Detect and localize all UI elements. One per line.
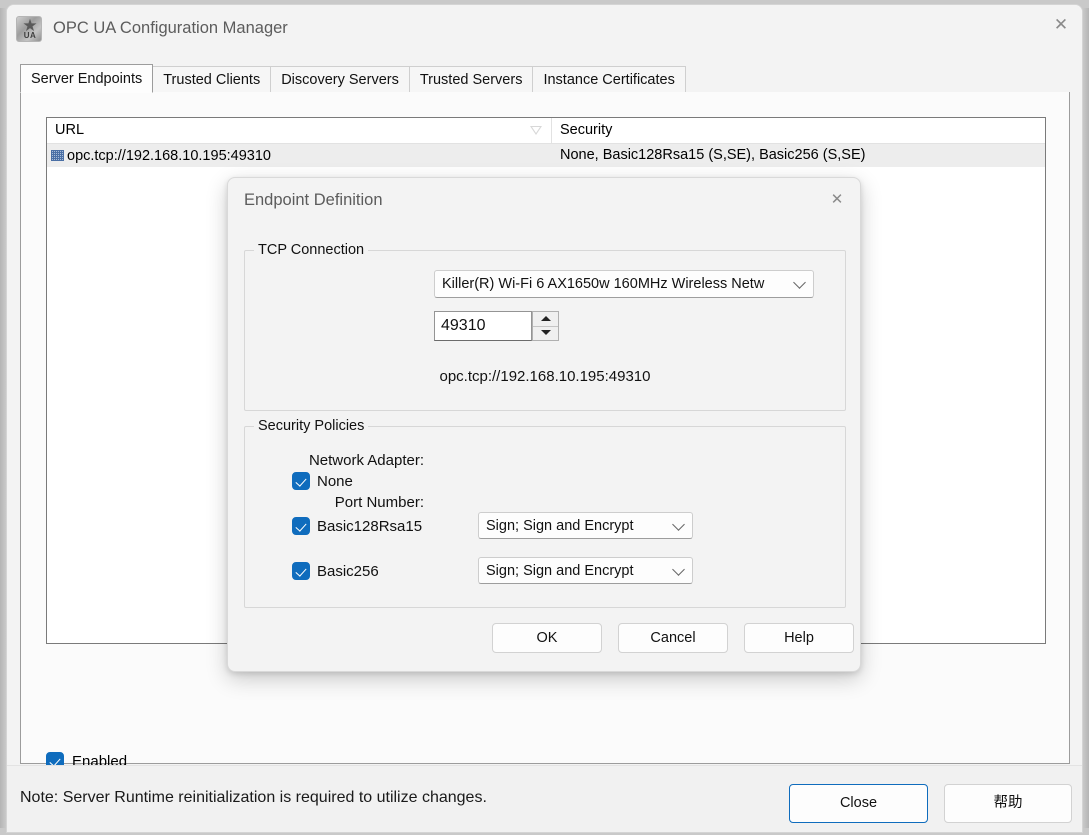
network-adapter-value: Killer(R) Wi-Fi 6 AX1650w 160MHz Wireles…	[442, 276, 764, 292]
chevron-down-icon	[672, 563, 685, 576]
endpoint-url-preview: opc.tcp://192.168.10.195:49310	[244, 368, 846, 385]
chevron-down-icon	[793, 276, 806, 289]
column-header-security[interactable]: Security	[552, 118, 1046, 144]
stepper-down-button[interactable]	[533, 327, 558, 341]
opc-ua-logo-icon: ★ UA	[16, 16, 42, 42]
page-title: OPC UA Configuration Manager	[53, 19, 288, 38]
policy-row-none[interactable]: None	[292, 472, 353, 490]
ok-button[interactable]: OK	[492, 623, 602, 653]
cell-security: None, Basic128Rsa15 (S,SE), Basic256 (S,…	[552, 144, 1046, 167]
sort-descending-icon	[530, 126, 542, 135]
dialog-close-icon[interactable]: ✕	[818, 182, 856, 216]
table-row[interactable]: opc.tcp://192.168.10.195:49310 None, Bas…	[47, 144, 1046, 167]
security-policies-group-title: Security Policies	[254, 418, 368, 434]
footer-note: Note: Server Runtime reinitialization is…	[20, 789, 487, 807]
main-window: ★ UA OPC UA Configuration Manager ✕ Serv…	[6, 4, 1083, 833]
window-shadow-right	[1083, 8, 1089, 828]
quantity-stepper[interactable]	[532, 311, 559, 341]
footer-bar: Note: Server Runtime reinitialization is…	[7, 765, 1083, 833]
stepper-up-button[interactable]	[533, 312, 558, 327]
cancel-button[interactable]: Cancel	[618, 623, 728, 653]
tab-discovery-servers[interactable]: Discovery Servers	[270, 66, 410, 93]
column-header-security-label: Security	[560, 122, 612, 138]
tab-trusted-servers[interactable]: Trusted Servers	[409, 66, 534, 93]
policy-mode-select-basic128rsa15[interactable]: Sign; Sign and Encrypt	[478, 512, 693, 539]
triangle-up-icon	[541, 316, 551, 321]
chevron-down-icon	[672, 518, 685, 531]
policy-mode-value-basic256: Sign; Sign and Encrypt	[486, 563, 634, 579]
cell-url-text: opc.tcp://192.168.10.195:49310	[67, 145, 271, 167]
port-number-input[interactable]: 49310	[434, 311, 532, 341]
tab-trusted-clients[interactable]: Trusted Clients	[152, 66, 271, 93]
policy-mode-value-basic128rsa15: Sign; Sign and Encrypt	[486, 518, 634, 534]
policy-mode-select-basic256[interactable]: Sign; Sign and Encrypt	[478, 557, 693, 584]
column-header-url-label: URL	[55, 122, 84, 138]
policy-label-basic256: Basic256	[317, 563, 379, 580]
tcp-connection-group-title: TCP Connection	[254, 242, 368, 258]
help-button[interactable]: 帮助	[944, 784, 1072, 823]
tab-instance-certificates[interactable]: Instance Certificates	[532, 66, 685, 93]
dialog-help-button[interactable]: Help	[744, 623, 854, 653]
list-header-row: URL Security	[47, 118, 1046, 144]
endpoint-icon	[51, 150, 64, 161]
tab-bar: Server Endpoints Trusted Clients Discove…	[20, 65, 685, 93]
dialog-title: Endpoint Definition	[244, 191, 383, 210]
policy-label-basic128rsa15: Basic128Rsa15	[317, 518, 422, 535]
endpoint-definition-dialog: Endpoint Definition ✕ TCP Connection Net…	[227, 177, 861, 672]
cell-url: opc.tcp://192.168.10.195:49310	[47, 144, 552, 167]
network-adapter-select[interactable]: Killer(R) Wi-Fi 6 AX1650w 160MHz Wireles…	[434, 270, 814, 298]
window-close-button[interactable]: ✕	[1038, 5, 1083, 45]
close-button[interactable]: Close	[789, 784, 928, 823]
close-icon: ✕	[1038, 5, 1083, 45]
policy-label-none: None	[317, 473, 353, 490]
policy-checkbox-basic256[interactable]	[292, 562, 310, 580]
title-bar: ★ UA OPC UA Configuration Manager ✕	[7, 5, 1083, 53]
opc-ua-logo-text: UA	[17, 31, 42, 40]
tab-server-endpoints[interactable]: Server Endpoints	[20, 64, 153, 93]
triangle-down-icon	[541, 330, 551, 335]
port-number-value: 49310	[441, 317, 486, 335]
policy-checkbox-none[interactable]	[292, 472, 310, 490]
column-header-url[interactable]: URL	[47, 118, 552, 144]
policy-row-basic128rsa15[interactable]: Basic128Rsa15	[292, 517, 422, 535]
policy-row-basic256[interactable]: Basic256	[292, 562, 379, 580]
policy-checkbox-basic128rsa15[interactable]	[292, 517, 310, 535]
